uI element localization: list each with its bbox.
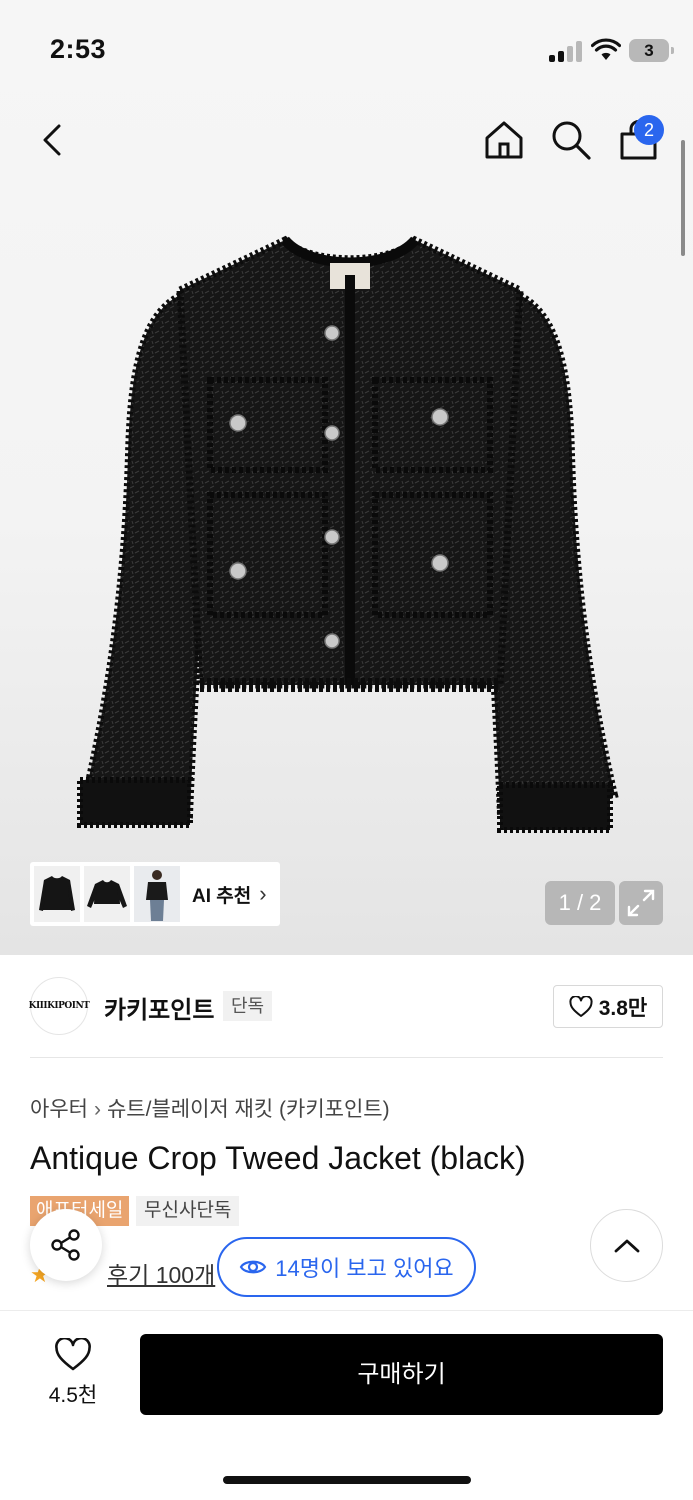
share-icon [51, 1229, 80, 1261]
recommend-thumbnail[interactable] [84, 866, 130, 922]
home-indicator[interactable] [223, 1476, 471, 1484]
wishlist-button[interactable]: 4.5천 [30, 1336, 116, 1410]
chevron-left-icon[interactable] [34, 118, 74, 162]
home-icon[interactable] [482, 118, 526, 162]
breadcrumb-separator: › [93, 1098, 101, 1121]
heart-icon [569, 995, 593, 1017]
image-pager: 1 / 2 [545, 881, 615, 925]
divider [30, 1057, 663, 1058]
brand-name[interactable]: 카키포인트 [104, 990, 214, 1025]
brand-like-button[interactable]: 3.8만 [553, 985, 663, 1028]
status-bar: 2:53 3 [0, 0, 693, 100]
review-link[interactable]: 후기 100개 [107, 1256, 215, 1290]
battery-icon: 3 [629, 39, 674, 62]
search-icon[interactable] [549, 118, 593, 162]
brand-logo-text: KIIIKIPOINT [28, 1001, 90, 1011]
wifi-icon [591, 38, 621, 60]
product-image[interactable] [70, 225, 630, 855]
scrollbar[interactable] [681, 140, 685, 256]
expand-icon[interactable] [619, 881, 663, 925]
breadcrumb-item[interactable]: 슈트/블레이저 재킷 (카키포인트) [107, 1098, 390, 1121]
heart-icon [55, 1336, 91, 1371]
breadcrumb: 아우터 › 슈트/블레이저 재킷 (카키포인트) [30, 1093, 390, 1123]
viewers-label: 14명이 보고 있어요 [275, 1256, 454, 1281]
ai-recommend-label: AI 추천 [192, 885, 252, 907]
brand-exclusive-tag: 단독 [223, 991, 273, 1021]
exclusive-badge: 무신사단독 [136, 1196, 240, 1226]
ai-recommend-button[interactable]: AI 추천 › [30, 862, 280, 926]
buy-button[interactable]: 구매하기 [140, 1334, 663, 1415]
status-time: 2:53 [50, 34, 107, 64]
brand-like-count: 3.8만 [598, 996, 648, 1020]
cart-count-badge: 2 [634, 115, 664, 145]
wishlist-count: 4.5천 [48, 1384, 98, 1407]
chevron-up-icon [614, 1239, 639, 1252]
viewers-pill: 14명이 보고 있어요 [217, 1237, 476, 1297]
cellular-signal-icon [549, 40, 583, 62]
recommend-thumbnail[interactable] [34, 866, 80, 922]
brand-logo[interactable]: KIIIKIPOINT [28, 977, 90, 1035]
recommend-thumbnail[interactable] [134, 866, 180, 922]
chevron-right-icon: › [259, 881, 267, 906]
product-title: Antique Crop Tweed Jacket (black) [30, 1140, 526, 1176]
breadcrumb-item[interactable]: 아우터 [30, 1098, 88, 1121]
share-button[interactable] [30, 1209, 102, 1281]
eye-icon [240, 1260, 267, 1274]
scroll-top-button[interactable] [590, 1209, 663, 1282]
